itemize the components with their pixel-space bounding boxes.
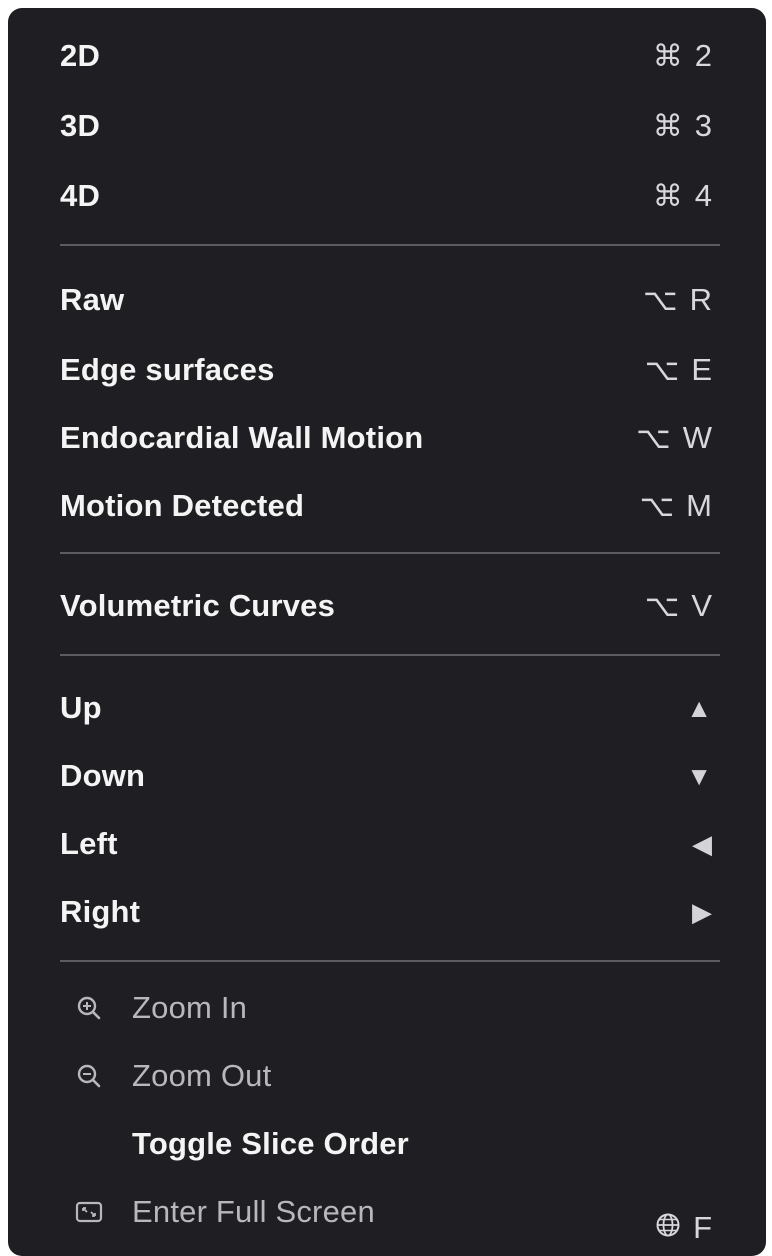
menu-separator xyxy=(60,552,720,554)
menu-item-label: Enter Full Screen xyxy=(132,1194,375,1229)
option-key-icon: ⌥ xyxy=(644,353,680,387)
menu-item-label: Zoom In xyxy=(132,990,248,1025)
context-menu: 2D ⌘ 2 3D ⌘ 3 4D ⌘ 4 Raw ⌥ R Edge surfac… xyxy=(8,8,766,1256)
menu-item-label: Endocardial Wall Motion xyxy=(60,420,424,455)
menu-separator xyxy=(60,654,720,656)
menu-item-up[interactable]: Up ▲ xyxy=(8,676,766,740)
menu-item-enter-full-screen[interactable]: Enter Full Screen F xyxy=(8,1180,766,1246)
shortcut-key: 2 xyxy=(694,38,712,73)
shortcut: ⌥ R xyxy=(643,282,712,318)
menu-item-raw[interactable]: Raw ⌥ R xyxy=(8,268,766,332)
option-key-icon: ⌥ xyxy=(643,283,678,317)
shortcut-key: 3 xyxy=(694,108,712,143)
menu-item-zoom-in[interactable]: Zoom In xyxy=(8,976,766,1040)
menu-item-label: 3D xyxy=(60,108,101,143)
menu-item-endocardial-wall-motion[interactable]: Endocardial Wall Motion ⌥ W xyxy=(8,406,766,470)
menu-item-motion-detected[interactable]: Motion Detected ⌥ M xyxy=(8,474,766,538)
arrow-up-icon: ▲ xyxy=(686,692,712,723)
menu-item-label: Zoom Out xyxy=(132,1058,272,1093)
option-key-icon: ⌥ xyxy=(636,421,671,455)
menu-separator xyxy=(60,244,720,246)
option-key-icon: ⌥ xyxy=(644,589,680,623)
shortcut: ⌥ M xyxy=(640,488,712,524)
command-key-icon: ⌘ xyxy=(652,39,683,73)
menu-item-label: Toggle Slice Order xyxy=(132,1126,409,1161)
menu-item-label: Left xyxy=(60,826,118,861)
shortcut-key: F xyxy=(693,1210,712,1245)
menu-item-label: Down xyxy=(60,758,146,793)
menu-item-down[interactable]: Down ▼ xyxy=(8,744,766,808)
command-key-icon: ⌘ xyxy=(652,179,683,213)
globe-icon xyxy=(655,1210,681,1246)
zoom-out-icon xyxy=(74,1061,104,1091)
shortcut-key: W xyxy=(682,420,712,455)
menu-item-label: Edge surfaces xyxy=(60,352,275,387)
option-key-icon: ⌥ xyxy=(639,489,675,523)
command-key-icon: ⌘ xyxy=(652,109,683,143)
shortcut: ⌥ W xyxy=(636,420,712,456)
shortcut: ⌘ 2 xyxy=(653,38,712,74)
menu-item-toggle-slice-order[interactable]: Toggle Slice Order xyxy=(8,1112,766,1176)
menu-item-label: 2D xyxy=(60,38,101,73)
shortcut-key: R xyxy=(689,282,712,317)
arrow-down-icon: ▼ xyxy=(686,760,712,791)
menu-item-2d[interactable]: 2D ⌘ 2 xyxy=(8,24,766,88)
shortcut-key: E xyxy=(691,352,712,387)
shortcut: F xyxy=(655,1210,712,1246)
fullscreen-icon xyxy=(74,1197,104,1227)
menu-item-label: Raw xyxy=(60,282,125,317)
shortcut: ⌘ 3 xyxy=(653,108,712,144)
menu-item-label: Volumetric Curves xyxy=(60,588,336,623)
menu-item-label: 4D xyxy=(60,178,101,213)
menu-item-left[interactable]: Left ◀ xyxy=(8,812,766,876)
menu-item-4d[interactable]: 4D ⌘ 4 xyxy=(8,164,766,228)
menu-item-volumetric-curves[interactable]: Volumetric Curves ⌥ V xyxy=(8,574,766,638)
shortcut-key: M xyxy=(686,488,712,523)
shortcut: ⌥ E xyxy=(645,352,712,388)
shortcut: ⌥ V xyxy=(645,588,712,624)
menu-item-zoom-out[interactable]: Zoom Out xyxy=(8,1044,766,1108)
menu-item-3d[interactable]: 3D ⌘ 3 xyxy=(8,94,766,158)
menu-item-right[interactable]: Right ▶ xyxy=(8,880,766,944)
shortcut: ⌘ 4 xyxy=(653,178,712,214)
arrow-right-icon: ▶ xyxy=(692,896,712,927)
zoom-in-icon xyxy=(74,993,104,1023)
shortcut-key: 4 xyxy=(694,178,712,213)
shortcut-key: V xyxy=(691,588,712,623)
menu-item-label: Motion Detected xyxy=(60,488,305,523)
menu-item-edge-surfaces[interactable]: Edge surfaces ⌥ E xyxy=(8,338,766,402)
menu-item-label: Right xyxy=(60,894,141,929)
menu-item-label: Up xyxy=(60,690,102,725)
menu-separator xyxy=(60,960,720,962)
arrow-left-icon: ◀ xyxy=(692,828,712,859)
